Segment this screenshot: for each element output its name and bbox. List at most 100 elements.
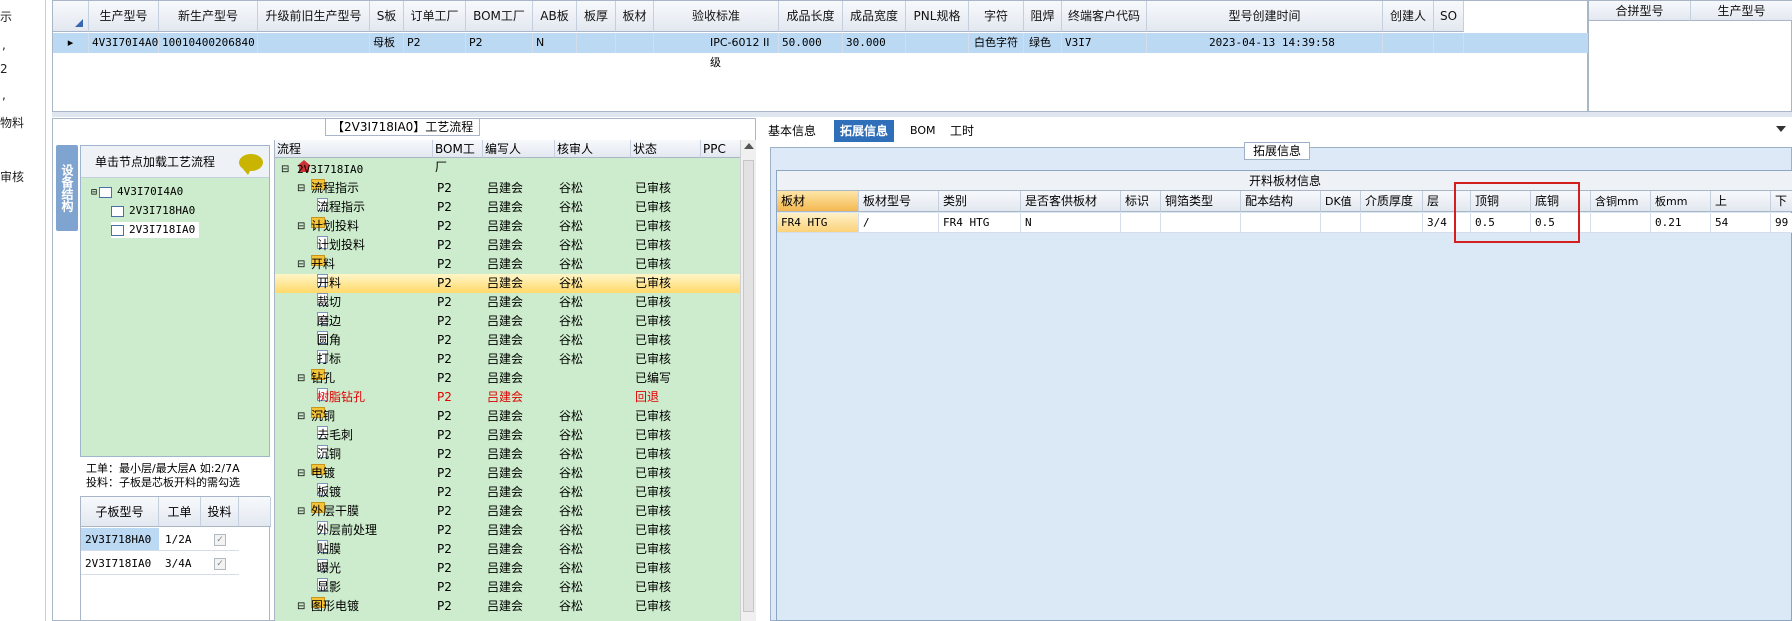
flow-step-row[interactable]: 沉铜 P2 吕建会 谷松 已审核: [275, 445, 740, 464]
flow-step-row[interactable]: 裁切 P2 吕建会 谷松 已审核: [275, 293, 740, 312]
flow-step-row[interactable]: 开料 P2 吕建会 谷松 已审核: [275, 274, 740, 293]
col-header[interactable]: 流程: [275, 140, 433, 158]
vertical-tab-structure[interactable]: 设备结构: [56, 145, 78, 231]
col-header[interactable]: 类别: [939, 191, 1021, 212]
flow-group-row[interactable]: ⊟ 图形电镀 P2 吕建会 谷松 已审核: [275, 597, 740, 616]
col-header[interactable]: 标识: [1121, 191, 1161, 212]
collapse-icon[interactable]: ⊟: [297, 597, 305, 616]
chat-bubble-icon[interactable]: [239, 154, 263, 175]
col-header[interactable]: 是否客供板材: [1021, 191, 1121, 212]
nav-item[interactable]: 示: [0, 8, 12, 25]
scroll-thumb[interactable]: [743, 160, 754, 612]
cell[interactable]: N: [533, 33, 577, 53]
col-header[interactable]: 上: [1711, 191, 1771, 212]
collapse-icon[interactable]: ⊟: [297, 369, 305, 388]
tab-basic-info[interactable]: 基本信息: [762, 120, 822, 142]
flow-group-row[interactable]: ⊟ 计划投料 P2 吕建会 谷松 已审核: [275, 217, 740, 236]
cell[interactable]: 2V3I718IA0: [81, 552, 159, 575]
col-header[interactable]: 下: [1771, 191, 1792, 212]
cell[interactable]: [1241, 213, 1321, 233]
cell[interactable]: 1/2A: [159, 528, 201, 551]
table-row[interactable]: ▸ 4V3I70I4A0 10010400206840 母板 P2 P2 N I…: [53, 33, 1589, 69]
col-header[interactable]: SO: [1434, 1, 1464, 32]
cell[interactable]: [1121, 213, 1161, 233]
col-header[interactable]: PNL规格: [906, 1, 969, 32]
cell[interactable]: [1383, 33, 1434, 53]
cell[interactable]: 10010400206840: [159, 33, 258, 53]
cell[interactable]: P2: [404, 33, 466, 53]
flow-step-row[interactable]: 外层前处理 P2 吕建会 谷松 已审核: [275, 521, 740, 540]
collapse-icon[interactable]: ⊟: [297, 464, 305, 483]
collapse-icon[interactable]: ⊟: [281, 160, 289, 179]
flow-group-row[interactable]: ⊟ 沉铜 P2 吕建会 谷松 已审核: [275, 407, 740, 426]
col-header[interactable]: 投料: [201, 497, 239, 527]
cell[interactable]: IPC-6012 II级: [654, 33, 779, 69]
col-header[interactable]: 含铜mm: [1591, 191, 1651, 212]
flow-step-row[interactable]: 树脂钻孔 P2 吕建会 回退: [275, 388, 740, 407]
col-header[interactable]: DK值: [1321, 191, 1361, 212]
flow-step-row[interactable]: 显影 P2 吕建会 谷松 已审核: [275, 578, 740, 597]
cell[interactable]: [258, 33, 370, 53]
flow-step-row[interactable]: 流程指示 P2 吕建会 谷松 已审核: [275, 198, 740, 217]
flow-step-row[interactable]: 计划投料 P2 吕建会 谷松 已审核: [275, 236, 740, 255]
col-header[interactable]: S板: [370, 1, 404, 32]
col-header[interactable]: 成品长度: [779, 1, 843, 32]
tab-bom[interactable]: BOM: [904, 120, 942, 142]
col-header[interactable]: 编写人: [483, 140, 555, 158]
chevron-down-icon[interactable]: [1776, 126, 1786, 132]
cell[interactable]: [1591, 213, 1651, 233]
flow-group-row[interactable]: ⊟ 外层干膜 P2 吕建会 谷松 已审核: [275, 502, 740, 521]
cell[interactable]: 54: [1711, 213, 1771, 233]
tree-node-selected[interactable]: 2V3I718IA0: [111, 222, 200, 238]
tree-root[interactable]: ⊟ 2V3I718IA0: [275, 160, 740, 179]
flow-step-row[interactable]: 贴膜 P2 吕建会 谷松 已审核: [275, 540, 740, 559]
tab-extended-info[interactable]: 拓展信息: [834, 120, 895, 142]
nav-item[interactable]: 物料: [0, 114, 24, 131]
col-header[interactable]: 阻焊: [1024, 1, 1062, 32]
cell[interactable]: 2023-04-13 14:39:58: [1147, 33, 1383, 53]
col-header[interactable]: 成品宽度: [843, 1, 906, 32]
col-header[interactable]: AB板: [533, 1, 577, 32]
col-header[interactable]: 核审人: [555, 140, 631, 158]
cell[interactable]: 2V3I718HA0: [81, 528, 159, 551]
flow-step-row[interactable]: 去毛刺 P2 吕建会 谷松 已审核: [275, 426, 740, 445]
cell[interactable]: [577, 33, 616, 53]
col-header[interactable]: 生产型号: [89, 1, 159, 32]
flow-group-row[interactable]: ⊟ 流程指示 P2 吕建会 谷松 已审核: [275, 179, 740, 198]
cell[interactable]: [1361, 213, 1423, 233]
col-header[interactable]: 验收标准: [654, 1, 779, 32]
cell[interactable]: 3/4A: [159, 552, 201, 575]
cell[interactable]: 母板: [370, 33, 404, 53]
cell[interactable]: FR4 HTG: [939, 213, 1021, 233]
horizontal-splitter[interactable]: [52, 112, 1792, 117]
flow-step-row[interactable]: 圆角 P2 吕建会 谷松 已审核: [275, 331, 740, 350]
cell[interactable]: [1161, 213, 1241, 233]
cell[interactable]: N: [1021, 213, 1121, 233]
tree-node[interactable]: ⊟ 4V3I70I4A0: [91, 184, 183, 200]
cell[interactable]: 白色字符: [969, 33, 1024, 53]
col-header[interactable]: 创建人: [1383, 1, 1434, 32]
tree-node[interactable]: 2V3I718HA0: [111, 203, 195, 219]
cell[interactable]: FR4 HTG: [777, 213, 859, 233]
col-header[interactable]: 铜箔类型: [1161, 191, 1241, 212]
col-header[interactable]: 介质厚度: [1361, 191, 1423, 212]
collapse-icon[interactable]: ⊟: [297, 179, 305, 198]
col-header[interactable]: 合拼型号: [1589, 1, 1691, 21]
flow-step-row[interactable]: 曝光 P2 吕建会 谷松 已审核: [275, 559, 740, 578]
scroll-up-icon[interactable]: [744, 143, 754, 149]
flow-step-row[interactable]: 磨边 P2 吕建会 谷松 已审核: [275, 312, 740, 331]
cell[interactable]: V3I7: [1062, 33, 1147, 53]
collapse-icon[interactable]: ⊟: [297, 502, 305, 521]
col-header[interactable]: BOM工厂: [433, 140, 483, 174]
cell[interactable]: P2: [466, 33, 533, 53]
col-header[interactable]: 终端客户代码: [1062, 1, 1147, 32]
cell[interactable]: [1321, 213, 1361, 233]
col-header[interactable]: 升级前旧生产型号: [258, 1, 370, 32]
checkbox[interactable]: ✓: [201, 528, 239, 551]
cell[interactable]: [616, 33, 654, 53]
col-header[interactable]: 型号创建时间: [1147, 1, 1383, 32]
nav-item[interactable]: 审核: [0, 168, 24, 185]
cell[interactable]: /: [859, 213, 939, 233]
col-header[interactable]: 字符: [969, 1, 1024, 32]
cell[interactable]: 0.21: [1651, 213, 1711, 233]
